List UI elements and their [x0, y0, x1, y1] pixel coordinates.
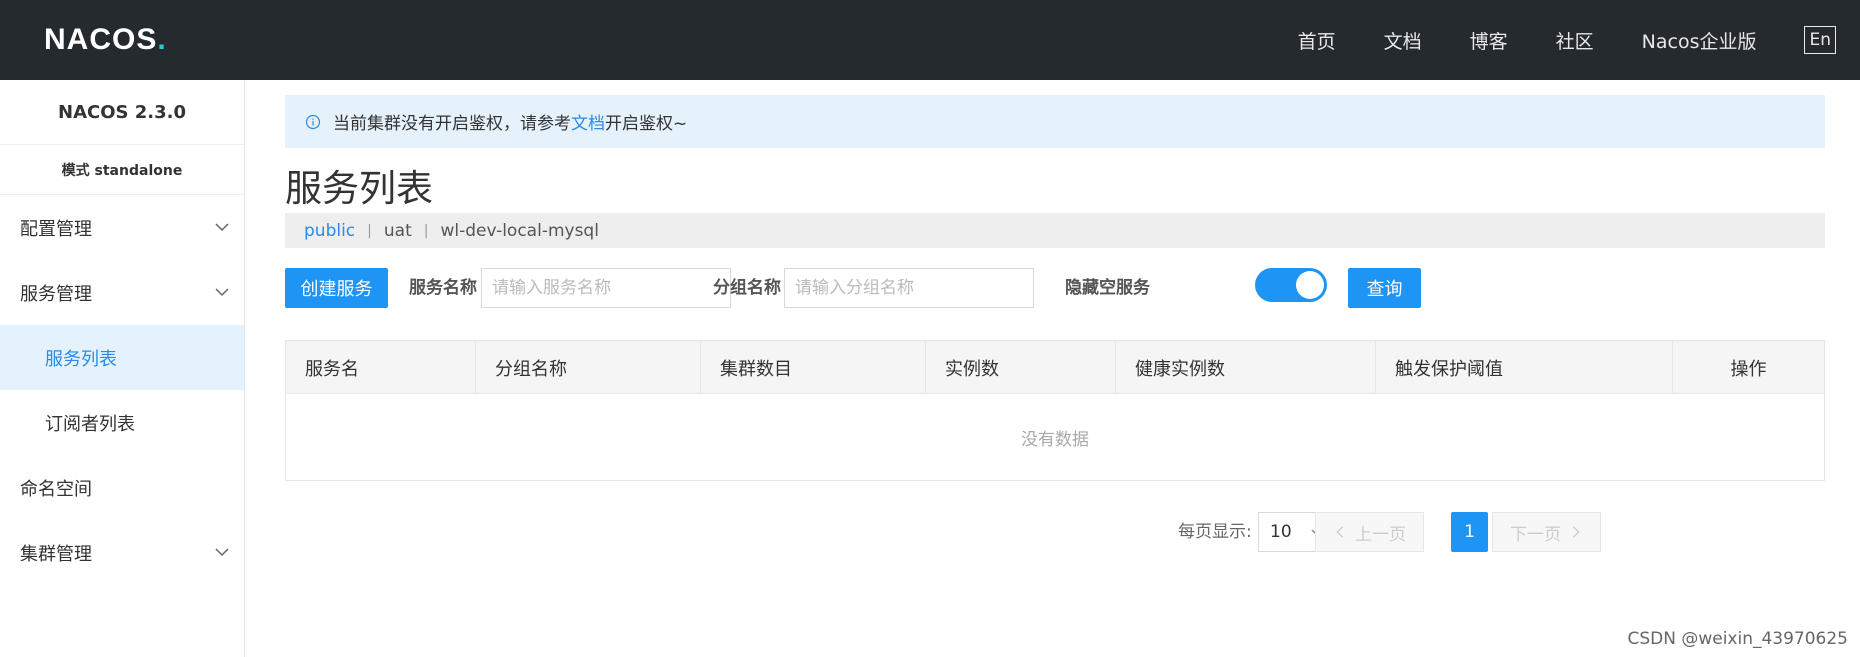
column-header-cluster-count: 集群数目 — [701, 341, 926, 394]
nav-community[interactable]: 社区 — [1556, 27, 1594, 54]
chevron-down-icon — [215, 288, 229, 297]
sidebar-item-label: 服务列表 — [45, 348, 117, 370]
namespace-separator: | — [423, 222, 429, 239]
prev-page-button[interactable]: 上一页 — [1315, 512, 1424, 552]
query-button[interactable]: 查询 — [1348, 268, 1421, 308]
namespace-uat[interactable]: uat — [384, 221, 412, 241]
group-name-input[interactable] — [784, 268, 1034, 308]
sidebar-item-cluster-management[interactable]: 集群管理 — [0, 520, 244, 585]
nav-home[interactable]: 首页 — [1298, 27, 1336, 54]
auth-alert: 当前集群没有开启鉴权，请参考 文档 开启鉴权~ — [285, 95, 1825, 148]
namespace-separator: | — [367, 222, 372, 239]
column-header-service-name: 服务名 — [286, 341, 476, 394]
nav-enterprise[interactable]: Nacos企业版 — [1642, 27, 1757, 54]
service-name-label: 服务名称 — [409, 278, 477, 298]
sidebar: NACOS 2.3.0 模式 standalone 配置管理 服务管理 服务列表… — [0, 80, 245, 657]
next-page-label: 下一页 — [1510, 524, 1561, 545]
watermark: CSDN @weixin_43970625 — [1627, 629, 1848, 649]
top-header: NACOS. 首页 文档 博客 社区 Nacos企业版 En — [0, 0, 1860, 80]
nav-docs[interactable]: 文档 — [1384, 27, 1422, 54]
chevron-down-icon — [215, 548, 229, 557]
toggle-knob — [1296, 271, 1324, 299]
page-size-value: 10 — [1270, 522, 1292, 542]
sidebar-item-label: 配置管理 — [20, 218, 92, 240]
nacos-logo[interactable]: NACOS. — [44, 20, 167, 60]
chevron-right-icon — [1572, 526, 1580, 538]
page-title: 服务列表 — [285, 167, 433, 210]
page-size-label: 每页显示: — [1178, 522, 1252, 542]
sidebar-item-label: 命名空间 — [20, 478, 92, 500]
prev-page-label: 上一页 — [1355, 524, 1406, 545]
pagination: 每页显示: 10 上一页 1 下一页 — [285, 512, 1825, 552]
sidebar-item-label: 集群管理 — [20, 543, 92, 565]
sidebar-mode: 模式 standalone — [0, 145, 244, 195]
sidebar-item-namespace[interactable]: 命名空间 — [0, 455, 244, 520]
alert-text: 当前集群没有开启鉴权，请参考 — [333, 114, 571, 134]
sidebar-item-label: 订阅者列表 — [45, 413, 135, 435]
namespace-public[interactable]: public — [304, 221, 355, 241]
sidebar-item-subscriber-list[interactable]: 订阅者列表 — [0, 390, 244, 455]
sidebar-item-label: 服务管理 — [20, 283, 92, 305]
column-header-actions: 操作 — [1730, 358, 1767, 380]
service-table: 服务名 分组名称 集群数目 实例数 健康实例数 触发保护阈值 操作 没有数据 — [285, 340, 1825, 481]
sidebar-item-service-list[interactable]: 服务列表 — [0, 325, 244, 390]
column-header-protect-threshold: 触发保护阈值 — [1376, 341, 1673, 394]
info-icon — [305, 114, 321, 129]
logo-text: NACOS — [44, 23, 158, 56]
hide-empty-toggle[interactable] — [1255, 268, 1327, 302]
service-name-input[interactable] — [481, 268, 731, 308]
table-empty-state: 没有数据 — [1021, 429, 1089, 450]
namespace-wl-dev-local-mysql[interactable]: wl-dev-local-mysql — [440, 221, 599, 241]
chevron-down-icon — [215, 223, 229, 232]
sidebar-version: NACOS 2.3.0 — [0, 80, 244, 145]
top-nav: 首页 文档 博客 社区 Nacos企业版 En — [1298, 0, 1860, 80]
chevron-left-icon — [1336, 526, 1344, 538]
alert-docs-link[interactable]: 文档 — [571, 109, 605, 134]
namespace-bar: public | uat | wl-dev-local-mysql — [285, 213, 1825, 248]
language-switch-button[interactable]: En — [1804, 26, 1836, 54]
filter-bar: 创建服务 服务名称 分组名称 隐藏空服务 查询 — [285, 268, 1825, 308]
sidebar-item-config-management[interactable]: 配置管理 — [0, 195, 244, 260]
column-header-group-name: 分组名称 — [476, 341, 701, 394]
sidebar-item-service-management[interactable]: 服务管理 — [0, 260, 244, 325]
table-header: 服务名 分组名称 集群数目 实例数 健康实例数 触发保护阈值 操作 — [286, 341, 1824, 394]
next-page-button[interactable]: 下一页 — [1492, 512, 1601, 552]
create-service-button[interactable]: 创建服务 — [285, 268, 388, 308]
column-header-instance-count: 实例数 — [926, 341, 1116, 394]
page-number-button[interactable]: 1 — [1451, 512, 1488, 552]
alert-text-suffix: 开启鉴权~ — [605, 114, 688, 134]
nav-blog[interactable]: 博客 — [1470, 27, 1508, 54]
hide-empty-label: 隐藏空服务 — [1065, 278, 1150, 298]
column-header-healthy-instance-count: 健康实例数 — [1116, 341, 1376, 394]
group-name-label: 分组名称 — [713, 278, 781, 298]
logo-dot: . — [157, 23, 167, 56]
